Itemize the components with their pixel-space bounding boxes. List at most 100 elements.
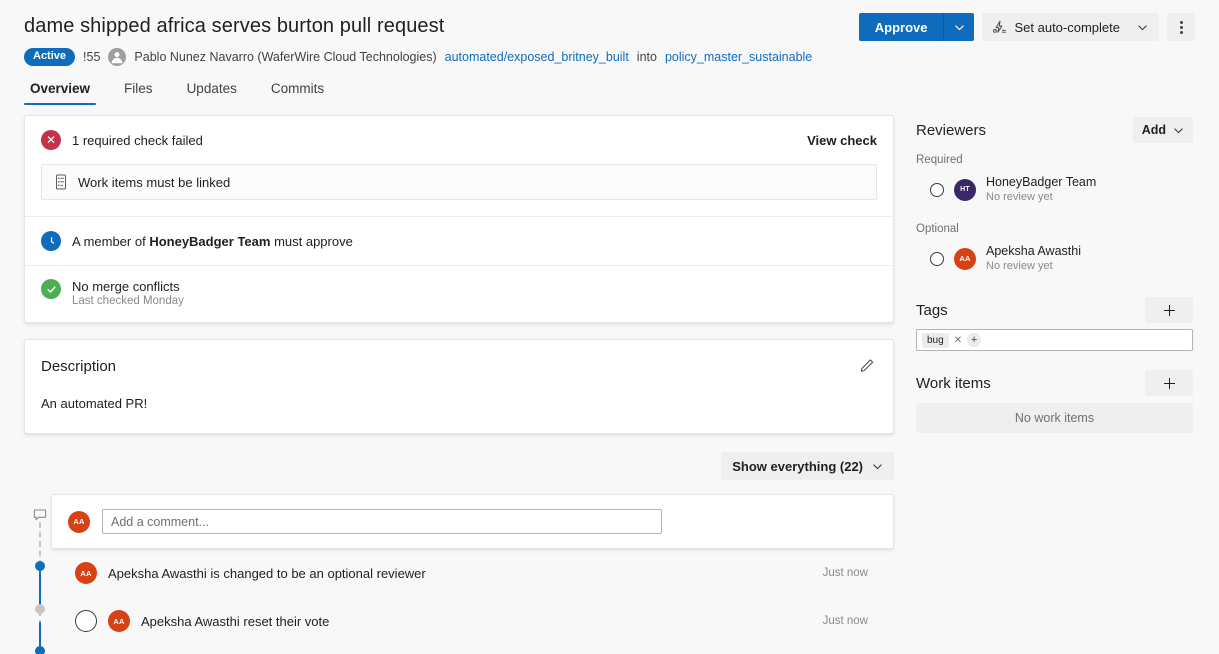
tab-bar: Overview Files Updates Commits xyxy=(24,80,1195,105)
check-failed-header: ✕ 1 required check failed View check xyxy=(25,116,893,150)
add-tag-button[interactable] xyxy=(1145,297,1193,323)
pr-number: !55 xyxy=(83,50,101,64)
check-merge-text: No merge conflicts Last checked Monday xyxy=(72,279,184,307)
timeline-rail xyxy=(33,494,47,654)
comment-input[interactable] xyxy=(102,509,662,534)
tag-chip-bug[interactable]: bug xyxy=(922,332,949,348)
check-failed-left: ✕ 1 required check failed xyxy=(41,130,203,150)
add-work-item-button[interactable] xyxy=(1145,370,1193,396)
rail-dashed-segment xyxy=(39,522,41,566)
author-avatar xyxy=(108,48,127,66)
chevron-down-icon xyxy=(873,463,882,469)
view-check-link[interactable]: View check xyxy=(807,133,877,148)
review-status-icon xyxy=(930,182,944,197)
tags-title: Tags xyxy=(916,301,948,319)
approval-suffix: must approve xyxy=(270,233,353,249)
reviewer-row-honeybadger-team[interactable]: HT HoneyBadger Team No review yet xyxy=(916,170,1193,209)
comment-icon xyxy=(33,509,47,521)
reviewer-name: Apeksha Awasthi xyxy=(986,244,1081,258)
add-reviewer-label: Add xyxy=(1141,123,1166,137)
description-title: Description xyxy=(41,357,117,375)
reviewer-name: HoneyBadger Team xyxy=(986,175,1097,189)
reviewer-info: Apeksha Awasthi No review yet xyxy=(986,244,1081,273)
source-branch-link[interactable]: automated/exposed_britney_built xyxy=(445,50,629,64)
page-body: ✕ 1 required check failed View check Wor… xyxy=(0,105,1219,654)
approve-button[interactable]: Approve xyxy=(858,13,945,41)
optional-group-label: Optional xyxy=(916,223,959,235)
work-items-section: Work items No work items xyxy=(916,368,1193,433)
check-merge-row: No merge conflicts Last checked Monday xyxy=(25,266,893,322)
timeline-dot xyxy=(35,604,45,614)
approve-dropdown-button[interactable] xyxy=(944,13,975,41)
clock-icon xyxy=(41,231,61,251)
more-vertical-icon xyxy=(1179,20,1183,34)
merge-subtitle: Last checked Monday xyxy=(72,295,184,307)
show-everything-label: Show everything (22) xyxy=(732,458,863,474)
remove-tag-icon[interactable]: ✕ xyxy=(954,335,962,346)
person-icon xyxy=(112,52,123,64)
add-comment-card: AA xyxy=(51,494,894,549)
header-actions: Approve Set auto-complete xyxy=(858,13,1195,41)
tab-updates[interactable]: Updates xyxy=(181,80,243,105)
comment-rail-icon xyxy=(33,508,47,527)
policy-checks-card: ✕ 1 required check failed View check Wor… xyxy=(24,115,894,323)
policy-work-items-row[interactable]: Work items must be linked xyxy=(41,164,877,200)
description-body: An automated PR! xyxy=(41,396,148,411)
reviewer-avatar: HT xyxy=(954,178,976,201)
chevron-down-icon xyxy=(1138,24,1147,30)
discussion-feed: AA AA Apeksha Awasthi is changed to be a… xyxy=(24,494,894,654)
set-auto-complete-button[interactable]: Set auto-complete xyxy=(982,13,1159,41)
description-card: Description An automated PR! xyxy=(24,339,894,434)
reviewer-avatar: AA xyxy=(954,247,976,270)
pr-meta-row: Active !55 Pablo Nunez Navarro (WaferWir… xyxy=(24,48,1195,66)
required-group-label: Required xyxy=(916,154,963,166)
page-header: dame shipped africa serves burton pull r… xyxy=(0,0,1219,105)
main-column: ✕ 1 required check failed View check Wor… xyxy=(24,115,894,654)
tags-input-field[interactable]: bug ✕ + xyxy=(916,329,1193,351)
sidebar: Reviewers Add Required HT HoneyBadger Te… xyxy=(916,115,1193,654)
description-header: Description xyxy=(41,356,877,376)
reviewer-status: No review yet xyxy=(986,260,1053,272)
work-items-empty-state: No work items xyxy=(916,403,1193,433)
chevron-down-icon xyxy=(955,24,964,30)
tab-commits[interactable]: Commits xyxy=(265,80,330,105)
add-tag-inline-icon[interactable]: + xyxy=(967,333,982,347)
target-branch-link[interactable]: policy_master_sustainable xyxy=(665,50,812,64)
work-items-header: Work items xyxy=(916,368,1193,398)
approval-team: HoneyBadger Team xyxy=(149,233,271,249)
reviewer-row-apeksha-awasthi[interactable]: AA Apeksha Awasthi No review yet xyxy=(916,239,1193,278)
set-auto-complete-label: Set auto-complete xyxy=(1014,19,1120,35)
status-badge: Active xyxy=(24,48,76,66)
success-icon xyxy=(41,279,61,299)
checkmark-glyph xyxy=(46,285,56,293)
more-options-button[interactable] xyxy=(1167,13,1195,41)
show-everything-button[interactable]: Show everything (22) xyxy=(721,452,894,480)
error-icon: ✕ xyxy=(41,130,61,150)
check-failed-title: 1 required check failed xyxy=(72,132,203,148)
activity-item: AA Apeksha Awasthi is changed to be an o… xyxy=(51,645,894,654)
activity-item: AA Apeksha Awasthi reset their vote Just… xyxy=(51,597,894,645)
check-approval-row: A member of HoneyBadger Team must approv… xyxy=(25,217,893,265)
avatar: AA xyxy=(108,610,130,632)
check-approval-text: A member of HoneyBadger Team must approv… xyxy=(72,234,353,249)
vote-reset-icon xyxy=(75,610,97,632)
edit-description-button[interactable] xyxy=(857,356,877,376)
work-item-list-icon xyxy=(56,174,66,190)
into-label: into xyxy=(636,50,657,64)
tab-files[interactable]: Files xyxy=(118,80,159,105)
plus-icon xyxy=(1163,377,1175,389)
reviewers-title: Reviewers xyxy=(916,121,987,139)
add-reviewer-button[interactable]: Add xyxy=(1132,117,1193,143)
review-status-icon xyxy=(930,251,944,266)
merge-title: No merge conflicts xyxy=(72,279,180,294)
activity-item: AA Apeksha Awasthi is changed to be an o… xyxy=(51,549,894,597)
current-user-avatar: AA xyxy=(68,510,90,533)
show-everything-row: Show everything (22) xyxy=(24,452,894,480)
page-title: dame shipped africa serves burton pull r… xyxy=(24,15,445,37)
tab-overview[interactable]: Overview xyxy=(24,80,97,105)
timeline-dot xyxy=(35,646,45,654)
chevron-down-icon xyxy=(1174,127,1183,133)
auto-complete-icon xyxy=(993,20,1007,33)
avatar: AA xyxy=(75,562,97,584)
title-row: dame shipped africa serves burton pull r… xyxy=(24,12,1195,41)
